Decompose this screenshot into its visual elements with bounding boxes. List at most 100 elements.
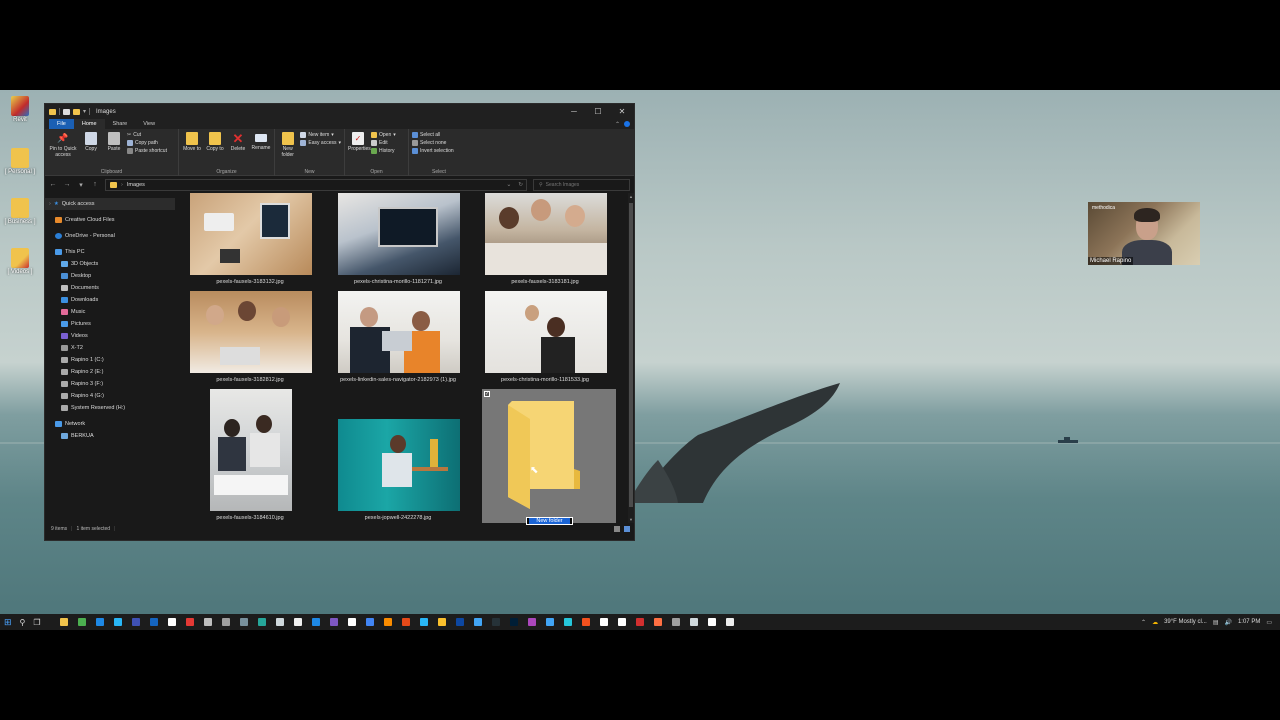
close-button[interactable]: ✕ [610,107,634,116]
file-item[interactable]: pexels-christina-morillo-1181533.jpg [482,291,608,389]
collapse-ribbon-icon[interactable]: ⌃ [615,121,620,128]
desktop-icon-personal[interactable]: [ Personal ] [4,148,36,176]
file-item[interactable]: pexels-fauxels-3184610.jpg [187,389,313,523]
taskbar-app-icon[interactable] [635,618,644,626]
notifications-icon[interactable]: ▭ [1266,619,1272,626]
forward-button[interactable]: → [63,181,71,188]
taskbar-app-icon[interactable] [167,618,176,626]
recent-locations-button[interactable]: ▾ [77,181,85,189]
search-icon[interactable]: ⚲ [20,618,26,627]
nav-item-onedrive[interactable]: OneDrive - Personal [45,230,175,242]
chevron-down-icon[interactable]: ▾ [83,108,86,115]
taskbar-app-icon[interactable] [329,618,338,626]
nav-item-network[interactable]: Network [45,418,175,430]
address-bar[interactable]: › Images ⌄ ↻ [105,178,527,191]
file-explorer-window[interactable]: ▾ Images ─ ☐ ✕ File Home Share View ⌃ 📌 … [44,103,635,541]
taskbar-app-icon[interactable] [365,618,374,626]
taskbar-app-icon[interactable] [239,618,248,626]
maximize-button[interactable]: ☐ [586,107,610,116]
nav-item-quick-access[interactable]: › ★ Quick access [45,198,175,210]
history-button[interactable]: History [371,148,396,154]
edit-button[interactable]: Edit [371,140,396,146]
taskbar-app-icon[interactable] [149,618,158,626]
show-hidden-icons-icon[interactable]: ⌃ [1141,619,1146,626]
nav-item-rapino-2-e[interactable]: Rapino 2 (E:) [45,366,175,378]
taskbar-app-icon[interactable] [185,618,194,626]
title-bar[interactable]: ▾ Images ─ ☐ ✕ [45,104,634,119]
tab-view[interactable]: View [135,119,163,129]
nav-item-creative-cloud[interactable]: Creative Cloud Files [45,214,175,226]
search-box[interactable]: ⚲ Search Images [533,178,630,191]
taskbar-app-icon[interactable] [113,618,122,626]
taskbar-app-icon[interactable] [455,618,464,626]
nav-item-rapino-3-f[interactable]: Rapino 3 (F:) [45,378,175,390]
taskbar-app-icon[interactable] [419,618,428,626]
taskbar-app-icon[interactable] [95,618,104,626]
help-icon[interactable] [624,120,630,127]
properties-icon[interactable] [63,108,70,115]
taskbar-app-icon[interactable] [671,618,680,626]
taskbar-app-icon[interactable] [653,618,662,626]
taskbar-app-icon[interactable] [293,618,302,626]
up-button[interactable]: ↑ [91,181,99,188]
nav-item-berkua[interactable]: BERKUA [45,430,175,442]
paste-shortcut-button[interactable]: Paste shortcut [127,148,167,154]
nav-item-rapino-4-g[interactable]: Rapino 4 (G:) [45,390,175,402]
taskbar-app-icon[interactable] [383,618,392,626]
taskbar-app-icon[interactable] [347,618,356,626]
nav-item-music[interactable]: Music [45,306,175,318]
new-folder-icon[interactable] [73,108,80,115]
nav-item-desktop[interactable]: Desktop [45,270,175,282]
scroll-up-icon[interactable]: ▲ [628,194,634,199]
minimize-button[interactable]: ─ [562,107,586,116]
taskbar-app-icon[interactable] [617,618,626,626]
file-item[interactable]: pexels-linkedin-sales-navigator-2182973 … [335,291,461,389]
rename-input[interactable]: New folder [526,517,573,525]
taskbar-app-icon[interactable] [401,618,410,626]
taskbar-app-icon[interactable] [437,618,446,626]
scroll-down-icon[interactable]: ▼ [628,517,634,522]
refresh-icon[interactable]: ↻ [518,182,526,188]
select-none-button[interactable]: Select none [412,140,454,146]
taskbar-app-icon[interactable] [581,618,590,626]
new-folder-item[interactable]: ✓ ⬉ New folder [482,389,616,525]
file-item[interactable]: pexels-jopwell-2422278.jpg [335,389,461,523]
file-item[interactable]: pexels-christina-morillo-1181271.jpg [335,193,461,291]
taskbar-app-icon[interactable] [689,618,698,626]
nav-item-pictures[interactable]: Pictures [45,318,175,330]
taskbar-app-icon[interactable] [527,618,536,626]
nav-item-videos[interactable]: Videos [45,330,175,342]
taskbar-app-icon[interactable] [77,618,86,626]
new-item-button[interactable]: New item ▾ [300,132,341,138]
file-list[interactable]: pexels-fauxels-3183132.jpg pexels-christ… [175,193,634,525]
nav-item-rapino-1-c[interactable]: Rapino 1 (C:) [45,354,175,366]
volume-icon[interactable]: 🔊 [1224,619,1231,626]
tab-home[interactable]: Home [73,119,105,129]
cut-button[interactable]: ✂ Cut [127,132,167,138]
desktop-icon-business[interactable]: [ Business ] [4,198,36,226]
navigation-pane[interactable]: › ★ Quick access Creative Cloud Files On… [45,193,175,523]
nav-item-3d-objects[interactable]: 3D Objects [45,258,175,270]
taskbar-app-icon[interactable] [509,618,518,626]
taskbar-app-icon[interactable] [725,618,734,626]
large-icons-view-icon[interactable] [624,526,630,532]
invert-selection-button[interactable]: Invert selection [412,148,454,154]
nav-item-downloads[interactable]: Downloads [45,294,175,306]
taskbar-app-icon[interactable] [203,618,212,626]
taskbar-app-icon[interactable] [131,618,140,626]
details-view-icon[interactable] [614,526,620,532]
taskbar-app-icon[interactable] [257,618,266,626]
taskbar-app-icon[interactable] [707,618,716,626]
clock[interactable]: 1:07 PM [1238,619,1260,625]
tab-file[interactable]: File [49,119,74,129]
taskbar-app-icon[interactable] [59,618,68,626]
windows-start-icon[interactable]: ⊞ [4,617,12,628]
desktop-icon-revit[interactable]: Revit [4,96,36,124]
select-all-button[interactable]: Select all [412,132,454,138]
copy-path-button[interactable]: Copy path [127,140,167,146]
file-item[interactable]: pexels-fauxels-3182812.jpg [187,291,313,389]
task-view-icon[interactable]: ❐ [33,618,40,627]
nav-item-documents[interactable]: Documents [45,282,175,294]
weather-text[interactable]: 39°F Mostly cl... [1164,619,1207,625]
network-tray-icon[interactable]: ▤ [1213,619,1219,626]
